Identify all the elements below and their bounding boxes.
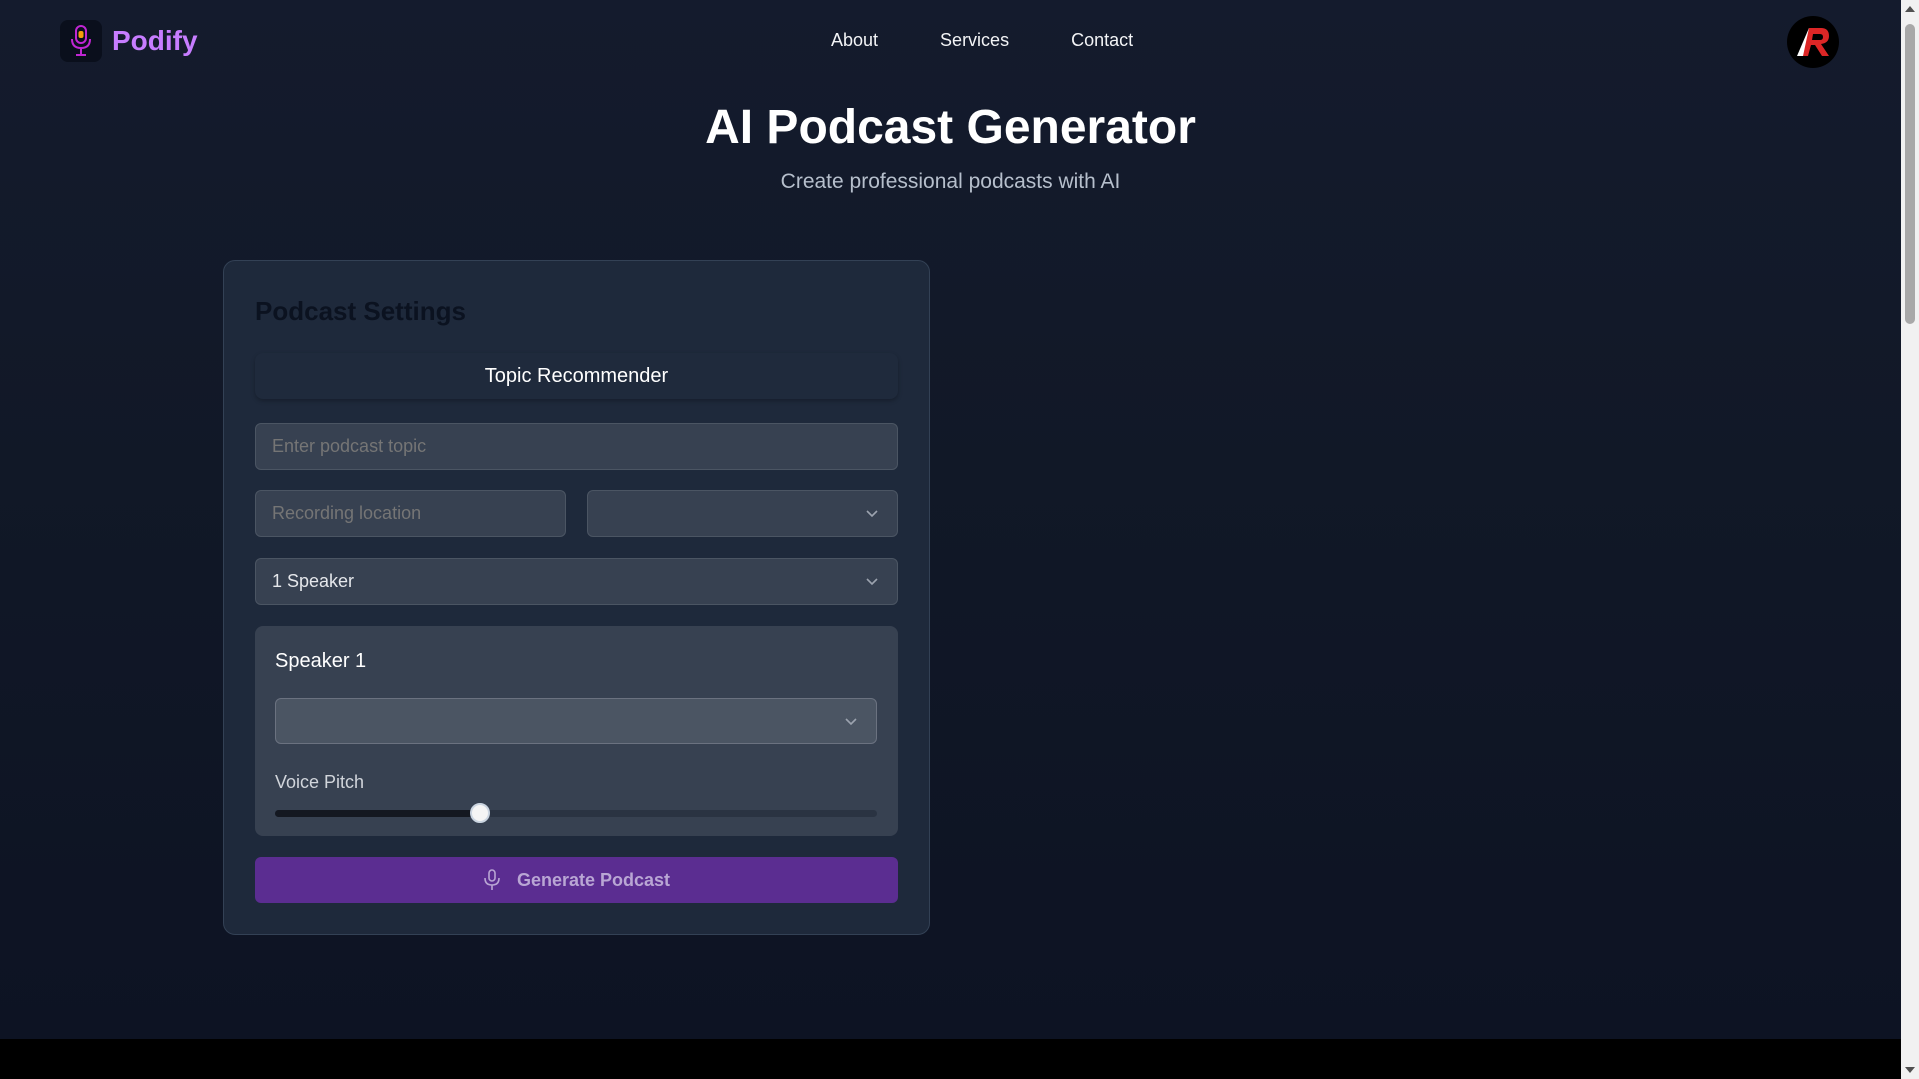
page-title: AI Podcast Generator xyxy=(705,101,1196,154)
speaker-count-value: 1 Speaker xyxy=(272,571,355,591)
brand-name: Podify xyxy=(112,25,198,56)
voice-pitch-label: Voice Pitch xyxy=(275,772,365,792)
speaker-count-select[interactable]: 1 Speaker xyxy=(255,558,898,605)
scroll-up-icon[interactable] xyxy=(1905,6,1915,12)
main-nav: About Services Contact xyxy=(831,30,1133,51)
topic-recommender-button[interactable]: Topic Recommender xyxy=(255,353,898,399)
brand-logo[interactable]: Podify xyxy=(60,20,198,62)
settings-title: Podcast Settings xyxy=(255,296,466,326)
footer-strip xyxy=(0,1039,1901,1079)
generate-podcast-button[interactable]: Generate Podcast xyxy=(255,857,898,903)
location-select[interactable] xyxy=(587,490,898,537)
podcast-settings-card: Podcast Settings Topic Recommender 1 Spe… xyxy=(223,260,930,935)
page-background: Podify About Services Contact AI Podcast… xyxy=(0,0,1901,1039)
microphone-icon xyxy=(484,869,500,890)
speaker-title: Speaker 1 xyxy=(275,650,367,672)
voice-select[interactable] xyxy=(275,698,877,744)
slider-fill xyxy=(275,810,480,817)
recording-location-input[interactable] xyxy=(255,490,566,537)
topic-input[interactable] xyxy=(255,423,898,470)
generate-podcast-label: Generate Podcast xyxy=(516,869,671,890)
scroll-down-icon[interactable] xyxy=(1905,1067,1915,1073)
user-avatar-icon[interactable] xyxy=(1787,16,1839,68)
nav-about[interactable]: About xyxy=(831,30,878,51)
scroll-thumb[interactable] xyxy=(1905,24,1915,324)
chevron-down-icon xyxy=(866,510,878,518)
nav-contact[interactable]: Contact xyxy=(1071,30,1133,51)
chevron-down-icon xyxy=(845,718,857,726)
voice-pitch-slider[interactable] xyxy=(275,803,877,823)
nav-services[interactable]: Services xyxy=(940,30,1009,51)
page-scrollbar[interactable] xyxy=(1901,0,1919,1079)
chevron-down-icon xyxy=(866,578,878,586)
page-subtitle: Create professional podcasts with AI xyxy=(780,170,1121,193)
microphone-icon xyxy=(60,20,102,62)
slider-thumb[interactable] xyxy=(469,803,490,823)
speaker-panel: Speaker 1 Voice Pitch xyxy=(255,626,898,836)
